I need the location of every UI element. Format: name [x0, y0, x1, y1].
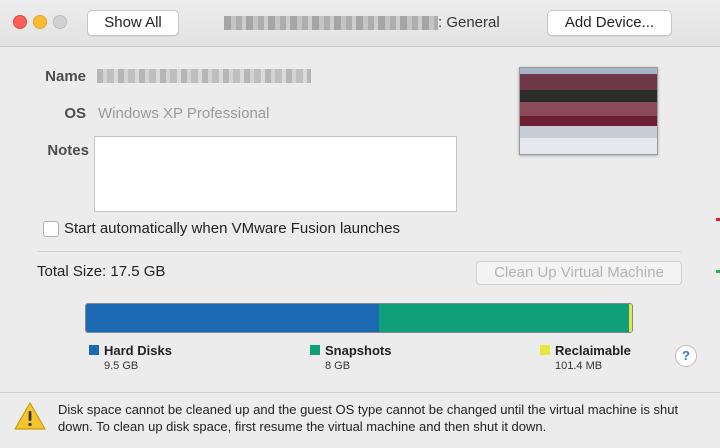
total-size-label: Total Size: 17.5 GB — [37, 263, 166, 280]
snapshots-segment — [379, 304, 629, 332]
vm-screenshot-thumbnail — [519, 67, 658, 155]
edge-marker-red — [716, 218, 720, 221]
redacted-vm-name-title — [224, 16, 438, 30]
autostart-label[interactable]: Start automatically when VMware Fusion l… — [64, 220, 400, 237]
hard-disks-label: Hard Disks — [104, 343, 172, 358]
section-divider — [37, 251, 681, 252]
clean-up-vm-button[interactable]: Clean Up Virtual Machine — [476, 261, 682, 285]
autostart-checkbox[interactable] — [43, 221, 59, 237]
reclaimable-label: Reclaimable — [555, 343, 631, 358]
snapshots-size: 8 GB — [325, 360, 351, 372]
title-bar: Show All : General Add Device... — [0, 0, 720, 47]
add-device-button[interactable]: Add Device... — [547, 10, 672, 36]
reclaimable-segment — [628, 304, 632, 332]
close-window-button[interactable] — [13, 15, 27, 29]
window-title: : General — [438, 14, 500, 31]
show-all-button[interactable]: Show All — [87, 10, 179, 36]
notes-label: Notes — [47, 142, 89, 159]
storage-usage-bar — [85, 303, 633, 333]
hard-disks-swatch — [89, 345, 99, 355]
name-label: Name — [45, 68, 86, 85]
warning-message: Disk space cannot be cleaned up and the … — [58, 402, 679, 434]
hard-disks-segment — [86, 304, 380, 332]
warning-triangle-icon — [14, 402, 46, 430]
snapshots-label: Snapshots — [325, 343, 392, 358]
hard-disks-size: 9.5 GB — [104, 360, 139, 372]
reclaimable-swatch — [540, 345, 550, 355]
os-label: OS — [64, 105, 86, 122]
help-button[interactable]: ? — [675, 345, 697, 367]
footer-divider — [0, 392, 720, 393]
edge-marker-green — [716, 270, 720, 273]
os-value: Windows XP Professional — [98, 105, 270, 122]
snapshots-swatch — [310, 345, 320, 355]
redacted-vm-name-field[interactable] — [97, 69, 311, 83]
minimize-window-button[interactable] — [33, 15, 47, 29]
zoom-window-button[interactable] — [53, 15, 67, 29]
reclaimable-size: 101.4 MB — [555, 360, 603, 372]
notes-textarea[interactable] — [94, 136, 457, 212]
